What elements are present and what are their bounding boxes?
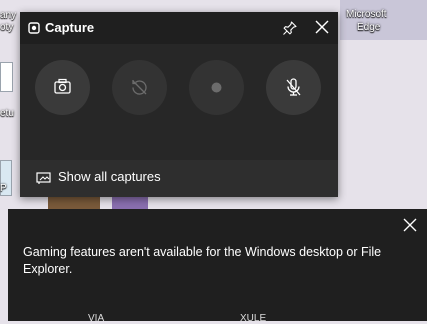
capture-widget: Capture Show all captures: [20, 12, 338, 197]
desktop-label-microsoft: Microsoft: [346, 9, 387, 20]
desktop-label-edge: Edge: [357, 22, 381, 33]
show-all-captures-button[interactable]: Show all captures: [20, 160, 338, 197]
capture-title: Capture: [45, 20, 95, 35]
notification-toast: Gaming features aren't available for the…: [8, 209, 427, 324]
screenshot-camera-icon: [54, 78, 71, 94]
record-last-30-seconds-button[interactable]: [112, 60, 167, 115]
desktop-thumbnail: [112, 197, 148, 209]
wallpaper-area: [340, 0, 427, 40]
take-screenshot-button[interactable]: [35, 60, 90, 115]
desktop-thumbnail: [48, 197, 100, 209]
desktop-label-partial: etu: [0, 108, 14, 119]
capture-widget-icon: [28, 22, 40, 34]
close-icon[interactable]: [402, 217, 418, 233]
desktop-label-partial: oty: [0, 22, 14, 33]
gallery-icon: [36, 172, 51, 184]
capture-titlebar: Capture: [20, 12, 338, 44]
microphone-off-icon: [286, 78, 301, 96]
desktop-file-icon[interactable]: [0, 62, 13, 92]
start-recording-icon: [211, 82, 222, 93]
start-recording-button[interactable]: [189, 60, 244, 115]
notification-bottom-text: VIA: [88, 313, 105, 324]
pin-icon[interactable]: [282, 20, 298, 36]
microphone-toggle-button[interactable]: [266, 60, 321, 115]
show-all-captures-label: Show all captures: [58, 169, 161, 184]
close-icon[interactable]: [314, 19, 330, 35]
notification-bottom-text: XULE: [240, 313, 267, 324]
notification-message: Gaming features aren't available for the…: [23, 245, 382, 276]
desktop-label-partial: any: [0, 10, 17, 21]
record-last-30-seconds-disabled-icon: [132, 80, 147, 95]
desktop-label-partial: P: [0, 183, 7, 194]
